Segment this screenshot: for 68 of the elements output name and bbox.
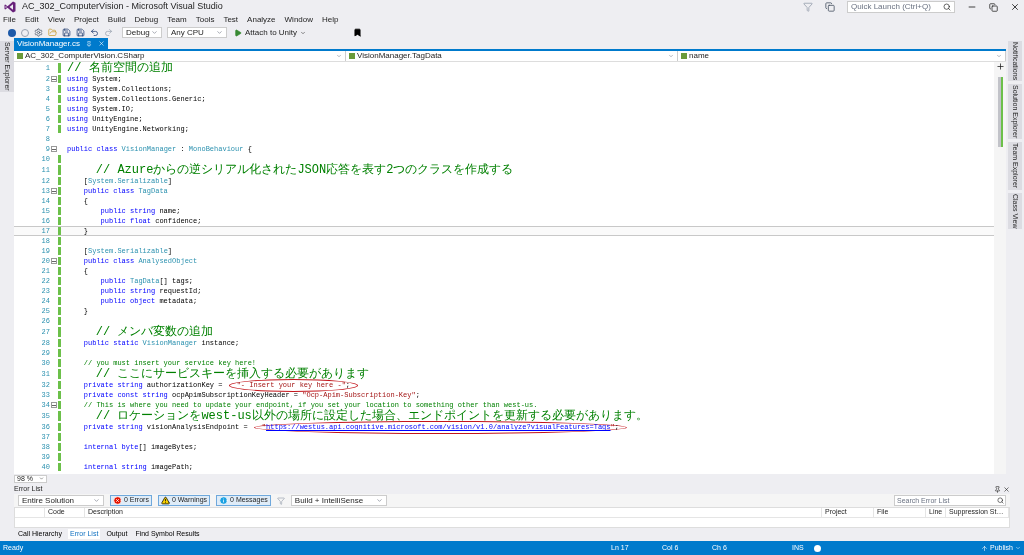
pin-icon[interactable] bbox=[86, 40, 92, 47]
restore-icon[interactable] bbox=[989, 2, 998, 12]
menu-item[interactable]: Edit bbox=[24, 14, 39, 26]
window-title: AC_302_ComputerVision - Microsoft Visual Studio bbox=[22, 0, 223, 14]
save-icon[interactable] bbox=[62, 28, 71, 37]
menu-item[interactable]: File bbox=[3, 14, 16, 26]
search-icon bbox=[943, 3, 951, 11]
save-all-icon[interactable] bbox=[76, 28, 85, 37]
menu-item[interactable]: Debug bbox=[134, 14, 159, 26]
feedback-icon[interactable] bbox=[825, 2, 835, 12]
menu-item[interactable]: Team bbox=[167, 14, 187, 26]
navigation-label: name bbox=[689, 50, 710, 62]
collapse-icon[interactable] bbox=[51, 146, 57, 152]
play-icon bbox=[234, 28, 242, 37]
collapse-icon[interactable] bbox=[51, 402, 57, 408]
menu-item[interactable]: Analyze bbox=[247, 14, 276, 26]
undo-icon[interactable] bbox=[90, 28, 99, 37]
caret-icon bbox=[336, 53, 342, 59]
navigation-dropdown[interactable]: AC_302_ComputerVision.CSharp bbox=[14, 51, 346, 61]
close-icon[interactable] bbox=[1003, 486, 1010, 493]
caret-icon bbox=[93, 497, 100, 504]
menu-item[interactable]: Project bbox=[73, 14, 99, 26]
class-icon bbox=[681, 53, 687, 59]
code-line: // ここにサービスキーを挿入する必要があります bbox=[94, 368, 370, 380]
caret-icon bbox=[996, 53, 1002, 59]
navigation-dropdown[interactable]: name bbox=[678, 51, 1006, 61]
quick-launch-field[interactable]: Quick Launch (Ctrl+Q) bbox=[847, 1, 955, 13]
caret-icon bbox=[375, 497, 383, 504]
collapse-icon[interactable] bbox=[51, 188, 57, 194]
split-icon[interactable] bbox=[995, 62, 1005, 71]
caret-icon bbox=[38, 476, 44, 481]
document-tab[interactable]: VisionManager.cs bbox=[14, 38, 108, 49]
attach-button[interactable]: Attach to Unity bbox=[232, 26, 309, 39]
menu-item[interactable]: View bbox=[47, 14, 65, 26]
pin-icon[interactable] bbox=[994, 486, 1001, 493]
code-line: // ロケーションをwest-us以外の場所に設定した場合、エンドポイントを更新する必要があります。 bbox=[94, 410, 648, 422]
app-logo-icon bbox=[4, 1, 16, 13]
menu-item[interactable]: Tools bbox=[195, 14, 215, 26]
close-icon[interactable] bbox=[1010, 2, 1020, 12]
scrollbar[interactable] bbox=[997, 77, 1003, 147]
gear-icon[interactable] bbox=[34, 28, 43, 37]
warning-icon bbox=[160, 496, 170, 505]
code-line: // Azureからの逆シリアル化されたJSON応答を表す2つのクラスを作成する bbox=[94, 164, 514, 176]
collapse-icon[interactable] bbox=[51, 76, 57, 82]
navigation-label: VisionManager.TagData bbox=[357, 50, 443, 62]
code-line: // 名前空間の追加 bbox=[67, 62, 173, 74]
search-icon[interactable] bbox=[997, 497, 1004, 504]
caret-icon bbox=[216, 29, 223, 36]
source-dropdown[interactable]: Build + IntelliSense bbox=[290, 495, 387, 506]
scope-dropdown[interactable]: Entire Solution bbox=[18, 495, 104, 506]
class-icon bbox=[17, 53, 23, 59]
upload-icon bbox=[981, 544, 989, 552]
caret-icon bbox=[151, 29, 158, 36]
collapse-icon[interactable] bbox=[51, 258, 57, 264]
class-icon bbox=[349, 53, 355, 59]
platform-dropdown[interactable]: Any CPU bbox=[167, 27, 227, 38]
menu-item[interactable]: Test bbox=[223, 14, 239, 26]
code-line: // メンバ変数の追加 bbox=[94, 326, 214, 338]
menu-item[interactable]: Window bbox=[284, 14, 313, 26]
caret-icon bbox=[668, 53, 674, 59]
menu-item[interactable]: Help bbox=[322, 14, 339, 26]
caret-icon bbox=[300, 29, 307, 36]
navigation-label: AC_302_ComputerVision.CSharp bbox=[25, 50, 146, 61]
bookmark-icon[interactable] bbox=[353, 28, 363, 37]
caret-icon bbox=[1015, 545, 1021, 551]
navigation-dropdown[interactable]: VisionManager.TagData bbox=[346, 51, 678, 61]
configuration-dropdown[interactable]: Debug bbox=[122, 27, 162, 38]
menu-item[interactable]: Build bbox=[107, 14, 126, 26]
